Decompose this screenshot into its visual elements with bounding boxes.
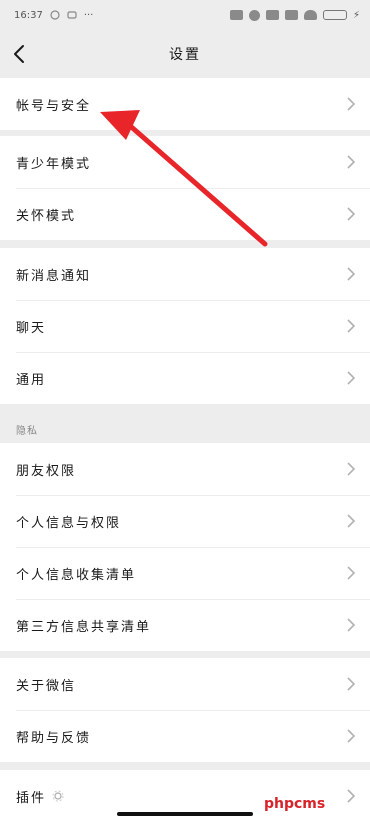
settings-item-label: 插件 xyxy=(16,790,47,806)
status-time: 16:37 xyxy=(14,9,43,21)
chevron-right-icon xyxy=(347,462,356,476)
chevron-right-icon xyxy=(347,155,356,169)
settings-item-notifications[interactable]: 新消息通知 xyxy=(0,248,370,300)
chevron-right-icon xyxy=(347,514,356,528)
settings-item-label: 关怀模式 xyxy=(16,208,77,224)
settings-item-friend-permissions[interactable]: 朋友权限 xyxy=(0,443,370,495)
chevron-right-icon xyxy=(347,267,356,281)
battery-icon xyxy=(322,10,347,20)
settings-item-label: 个人信息收集清单 xyxy=(16,567,137,583)
settings-item-care-mode[interactable]: 关怀模式 xyxy=(0,188,370,240)
settings-item-label: 帮助与反馈 xyxy=(16,730,92,746)
status-left: 16:37 ··· xyxy=(14,10,93,21)
watermark-logo: phpcms xyxy=(264,796,326,812)
chevron-right-icon xyxy=(347,677,356,691)
settings-item-label: 关于微信 xyxy=(16,678,77,694)
settings-item-help-feedback[interactable]: 帮助与反馈 xyxy=(0,710,370,762)
settings-item-general[interactable]: 通用 xyxy=(0,352,370,404)
status-right: ⚡ xyxy=(229,9,360,21)
settings-item-label: 新消息通知 xyxy=(16,268,92,284)
wifi-icon xyxy=(303,10,317,20)
settings-group-privacy: 朋友权限 个人信息与权限 个人信息收集清单 第三方信息共享清单 xyxy=(0,443,370,651)
settings-item-label: 个人信息与权限 xyxy=(16,515,122,531)
status-more-dots: ··· xyxy=(83,9,94,21)
settings-item-third-party-sharing[interactable]: 第三方信息共享清单 xyxy=(0,599,370,651)
chevron-right-icon xyxy=(347,319,356,333)
notification-icon xyxy=(50,10,60,20)
settings-item-about-wechat[interactable]: 关于微信 xyxy=(0,658,370,710)
mute-icon xyxy=(229,10,243,20)
charging-icon: ⚡ xyxy=(352,9,360,21)
chevron-right-icon xyxy=(347,618,356,632)
status-bar: 16:37 ··· ⚡ xyxy=(0,0,370,30)
settings-item-teen-mode[interactable]: 青少年模式 xyxy=(0,136,370,188)
settings-group-about: 关于微信 帮助与反馈 xyxy=(0,658,370,762)
alarm-icon xyxy=(248,9,260,21)
settings-item-label: 聊天 xyxy=(16,320,47,336)
settings-item-personal-info-collection[interactable]: 个人信息收集清单 xyxy=(0,547,370,599)
home-indicator[interactable] xyxy=(117,812,253,816)
section-header-privacy: 隐私 xyxy=(16,426,38,437)
settings-item-personal-info-permissions[interactable]: 个人信息与权限 xyxy=(0,495,370,547)
signal-icon xyxy=(265,10,279,20)
signal-icon-2 xyxy=(284,10,298,20)
settings-group-modes: 青少年模式 关怀模式 xyxy=(0,136,370,240)
chevron-right-icon xyxy=(347,789,356,803)
settings-item-label: 帐号与安全 xyxy=(16,98,92,114)
settings-item-label: 第三方信息共享清单 xyxy=(16,619,152,635)
settings-group-account: 帐号与安全 xyxy=(0,78,370,130)
settings-item-label: 通用 xyxy=(16,372,47,388)
plugin-gear-icon xyxy=(52,790,64,802)
settings-item-chat[interactable]: 聊天 xyxy=(0,300,370,352)
message-icon xyxy=(67,11,77,19)
chevron-right-icon xyxy=(347,729,356,743)
nav-bar: 设置 xyxy=(0,30,370,78)
settings-item-label: 青少年模式 xyxy=(16,156,92,172)
chevron-right-icon xyxy=(347,371,356,385)
settings-item-account-security[interactable]: 帐号与安全 xyxy=(0,78,370,130)
settings-group-general: 新消息通知 聊天 通用 xyxy=(0,248,370,404)
chevron-right-icon xyxy=(347,97,356,111)
chevron-right-icon xyxy=(347,566,356,580)
page-title: 设置 xyxy=(169,47,201,63)
back-arrow-icon[interactable] xyxy=(8,42,32,66)
settings-item-label: 朋友权限 xyxy=(16,463,77,479)
chevron-right-icon xyxy=(347,207,356,221)
